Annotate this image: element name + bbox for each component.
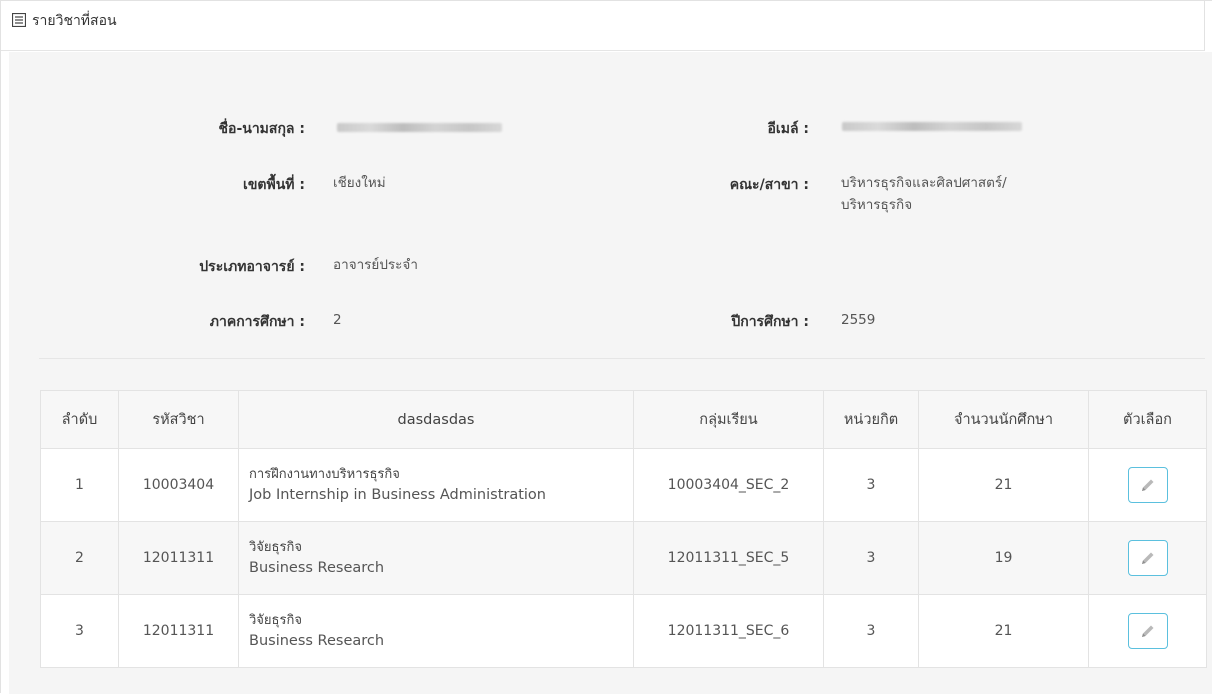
area-value: เชียงใหม่ [333,175,386,191]
col-header-students: จำนวนนักศึกษา [918,390,1089,449]
type-value: อาจารย์ประจำ [333,257,418,273]
table-row: 2 12011311 วิจัยธุรกิจ Business Research… [40,521,1207,595]
cell-credits: 3 [823,594,919,668]
course-name-th: วิจัยธุรกิจ [249,613,302,628]
faculty-value-line1: บริหารธุรกิจและศิลปศาสตร์/ [841,175,1007,191]
semester-label: ภาคการศึกษา : [209,314,305,330]
table-row: 3 12011311 วิจัยธุรกิจ Business Research… [40,594,1207,668]
cell-no: 2 [40,521,119,595]
area-label: เขตพื้นที่ : [243,177,305,193]
courses-table: ลำดับ รหัสวิชา dasdasdas กลุ่มเรียน หน่ว… [40,390,1207,668]
cell-options [1088,594,1207,668]
email-value-redacted [842,122,1022,131]
course-name-en: Job Internship in Business Administratio… [249,487,546,503]
edit-button[interactable] [1127,467,1168,503]
table-header-row: ลำดับ รหัสวิชา dasdasdas กลุ่มเรียน หน่ว… [40,390,1207,449]
cell-code: 12011311 [118,521,239,595]
panel-title: รายวิชาที่สอน [32,13,117,29]
year-label: ปีการศึกษา : [731,314,809,330]
col-header-options: ตัวเลือก [1088,390,1207,449]
course-name-en: Business Research [249,560,385,576]
cell-options [1088,448,1207,522]
cell-course-name: การฝึกงานทางบริหารธุรกิจ Job Internship … [238,448,634,522]
cell-code: 12011311 [118,594,239,668]
cell-students: 19 [918,521,1089,595]
edit-button[interactable] [1127,613,1168,649]
teaching-courses-panel: รายวิชาที่สอน ชื่อ-นามสกุล : อีเมล์ : เข… [0,0,1212,694]
list-icon [11,12,27,28]
course-name-en: Business Research [249,633,385,649]
pencil-icon [1141,479,1153,491]
col-header-code: รหัสวิชา [118,390,239,449]
cell-section: 10003404_SEC_2 [633,448,824,522]
cell-no: 3 [40,594,119,668]
divider [39,358,1205,359]
type-label: ประเภทอาจารย์ : [199,259,305,275]
instructor-info: ชื่อ-นามสกุล : อีเมล์ : เขตพื้นที่ : เชี… [9,52,1212,362]
col-header-section: กลุ่มเรียน [633,390,824,449]
panel-header: รายวิชาที่สอน [1,1,1205,51]
name-value-redacted [337,123,502,132]
table-row: 1 10003404 การฝึกงานทางบริหารธุรกิจ Job … [40,448,1207,522]
col-header-credits: หน่วยกิต [823,390,919,449]
faculty-value-line2: บริหารธุรกิจ [841,197,913,213]
cell-course-name: วิจัยธุรกิจ Business Research [238,521,634,595]
course-name-th: การฝึกงานทางบริหารธุรกิจ [249,467,400,482]
cell-code: 10003404 [118,448,239,522]
cell-credits: 3 [823,521,919,595]
cell-options [1088,521,1207,595]
cell-section: 12011311_SEC_5 [633,521,824,595]
course-name-th: วิจัยธุรกิจ [249,540,302,555]
pencil-icon [1141,625,1153,637]
col-header-name: dasdasdas [238,390,634,449]
cell-credits: 3 [823,448,919,522]
edit-button[interactable] [1127,540,1168,576]
year-value: 2559 [841,312,876,328]
cell-students: 21 [918,594,1089,668]
cell-course-name: วิจัยธุรกิจ Business Research [238,594,634,668]
col-header-no: ลำดับ [40,390,119,449]
cell-students: 21 [918,448,1089,522]
semester-value: 2 [333,312,342,328]
email-label: อีเมล์ : [767,121,809,137]
pencil-icon [1141,552,1153,564]
cell-section: 12011311_SEC_6 [633,594,824,668]
panel-body: ชื่อ-นามสกุล : อีเมล์ : เขตพื้นที่ : เชี… [9,52,1212,694]
name-label: ชื่อ-นามสกุล : [218,121,305,137]
cell-no: 1 [40,448,119,522]
faculty-label: คณะ/สาขา : [729,177,809,193]
